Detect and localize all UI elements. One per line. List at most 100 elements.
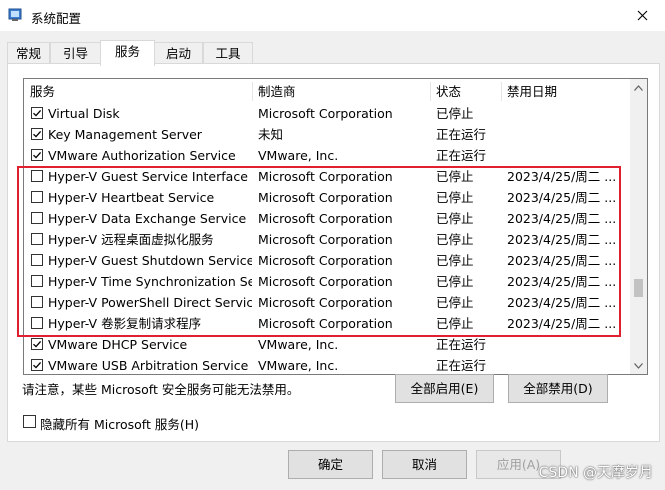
header-service[interactable]: 服务 [24, 79, 252, 104]
service-checkbox[interactable] [31, 170, 43, 182]
service-status: 正在运行 [436, 148, 487, 163]
service-name: Hyper-V Time Synchronization Se... [48, 274, 252, 289]
service-status: 正在运行 [436, 337, 487, 352]
service-checkbox[interactable] [31, 212, 43, 224]
checkmark-icon [33, 151, 42, 159]
service-manufacturer: Microsoft Corporation [258, 190, 393, 205]
ok-button[interactable]: 确定 [288, 450, 373, 479]
tab-tools[interactable]: 工具 [203, 42, 253, 65]
hide-microsoft-services-label[interactable]: 隐藏所有 Microsoft 服务(H) [40, 414, 199, 433]
service-checkbox[interactable] [31, 317, 43, 329]
service-checkbox[interactable] [31, 359, 43, 371]
vertical-scrollbar[interactable] [630, 79, 647, 374]
service-status: 正在运行 [436, 127, 487, 142]
enable-all-button[interactable]: 全部启用(E) [395, 374, 494, 403]
service-name: Virtual Disk [48, 106, 120, 121]
service-status: 已停止 [436, 190, 474, 205]
service-manufacturer: Microsoft Corporation [258, 232, 393, 247]
scroll-down-arrow[interactable] [630, 357, 647, 374]
tab-general[interactable]: 常规 [7, 42, 50, 65]
service-disabled-date: 2023/4/25/周二 ... [507, 232, 617, 247]
service-status: 正在运行 [436, 358, 487, 373]
header-manufacturer[interactable]: 制造商 [252, 79, 430, 104]
table-row[interactable]: Hyper-V 远程桌面虚拟化服务 Microsoft Corporation 已停… [24, 229, 629, 250]
service-status: 已停止 [436, 232, 474, 247]
table-row[interactable]: Hyper-V Data Exchange Service Microsoft C… [24, 208, 629, 229]
service-disabled-date [507, 334, 627, 355]
table-row[interactable]: Key Management Server 未知 正在运行 [24, 124, 629, 145]
close-icon [637, 10, 647, 21]
close-button[interactable] [619, 0, 665, 31]
checkmark-icon [33, 340, 42, 348]
list-header: 服务 制造商 状态 禁用日期 [24, 79, 629, 104]
service-name: VMware DHCP Service [48, 337, 188, 352]
service-checkbox[interactable] [31, 107, 43, 119]
service-disabled-date: 2023/4/25/周二 ... [507, 190, 617, 205]
service-disabled-date [507, 124, 627, 145]
service-manufacturer: VMware, Inc. [258, 337, 339, 352]
service-name: Hyper-V Guest Service Interface [48, 169, 248, 184]
service-checkbox[interactable] [31, 233, 43, 245]
service-name: VMware Authorization Service [48, 148, 236, 163]
service-manufacturer: VMware, Inc. [258, 358, 339, 373]
chevron-up-icon [634, 84, 643, 91]
service-disabled-date: 2023/4/25/周二 ... [507, 295, 617, 310]
tab-startup[interactable]: 启动 [154, 42, 203, 65]
service-checkbox[interactable] [31, 128, 43, 140]
hide-microsoft-services-checkbox[interactable] [23, 415, 36, 428]
service-name: Hyper-V Data Exchange Service [48, 211, 247, 226]
checkmark-icon [33, 361, 42, 369]
service-status: 已停止 [436, 253, 474, 268]
scroll-up-arrow[interactable] [630, 79, 647, 96]
tab-services[interactable]: 服务 [100, 40, 155, 66]
service-manufacturer: Microsoft Corporation [258, 316, 393, 331]
service-manufacturer: Microsoft Corporation [258, 106, 393, 121]
table-row[interactable]: VMware Authorization Service VMware, Inc.… [24, 145, 629, 166]
checkmark-icon [33, 109, 42, 117]
tab-boot[interactable]: 引导 [50, 42, 101, 65]
service-checkbox[interactable] [31, 191, 43, 203]
service-status: 已停止 [436, 106, 474, 121]
service-disabled-date: 2023/4/25/周二 ... [507, 211, 617, 226]
service-disabled-date [507, 355, 627, 374]
table-row[interactable]: VMware DHCP Service VMware, Inc. 正在运行 [24, 334, 629, 355]
service-manufacturer: Microsoft Corporation [258, 253, 393, 268]
service-checkbox[interactable] [31, 338, 43, 350]
cancel-button[interactable]: 取消 [382, 450, 467, 479]
service-manufacturer: Microsoft Corporation [258, 169, 393, 184]
table-row[interactable]: VMware USB Arbitration Service VMware, In… [24, 355, 629, 374]
service-name: Hyper-V 远程桌面虚拟化服务 [48, 232, 214, 247]
service-name: Hyper-V 卷影复制请求程序 [48, 316, 202, 331]
service-status: 已停止 [436, 211, 474, 226]
service-disabled-date [507, 145, 627, 166]
service-disabled-date: 2023/4/25/周二 ... [507, 253, 617, 268]
service-disabled-date [507, 103, 627, 124]
table-row[interactable]: Hyper-V Guest Service Interface Microsoft… [24, 166, 629, 187]
window-title: 系统配置 [31, 11, 82, 26]
service-disabled-date: 2023/4/25/周二 ... [507, 274, 617, 289]
table-row[interactable]: Hyper-V Guest Shutdown Service Microsoft … [24, 250, 629, 271]
service-name: Hyper-V Guest Shutdown Service [48, 253, 252, 268]
table-row[interactable]: Hyper-V Heartbeat Service Microsoft Corpo… [24, 187, 629, 208]
table-row[interactable]: Virtual Disk Microsoft Corporation 已停止 [24, 103, 629, 124]
services-list[interactable]: 服务 制造商 状态 禁用日期 Virtual Disk Microsoft Cor… [23, 78, 648, 375]
service-status: 已停止 [436, 169, 474, 184]
scroll-thumb[interactable] [634, 279, 643, 297]
table-row[interactable]: Hyper-V Time Synchronization Se... Micros… [24, 271, 629, 292]
service-manufacturer: Microsoft Corporation [258, 211, 393, 226]
service-name: Hyper-V Heartbeat Service [48, 190, 215, 205]
disable-all-button[interactable]: 全部禁用(D) [508, 374, 608, 403]
watermark: CSDN @天摩岁月 [538, 465, 653, 481]
service-checkbox[interactable] [31, 149, 43, 161]
header-disabled-date[interactable]: 禁用日期 [501, 79, 629, 104]
table-row[interactable]: Hyper-V 卷影复制请求程序 Microsoft Corporation 已停止… [24, 313, 629, 334]
service-checkbox[interactable] [31, 296, 43, 308]
table-row[interactable]: Hyper-V PowerShell Direct Service Microso… [24, 292, 629, 313]
notice-text: 请注意，某些 Microsoft 安全服务可能无法禁用。 [22, 382, 300, 397]
service-status: 已停止 [436, 274, 474, 289]
header-status[interactable]: 状态 [430, 79, 501, 104]
service-checkbox[interactable] [31, 275, 43, 287]
service-name: Key Management Server [48, 127, 202, 142]
service-checkbox[interactable] [31, 254, 43, 266]
service-disabled-date: 2023/4/25/周二 ... [507, 316, 617, 331]
